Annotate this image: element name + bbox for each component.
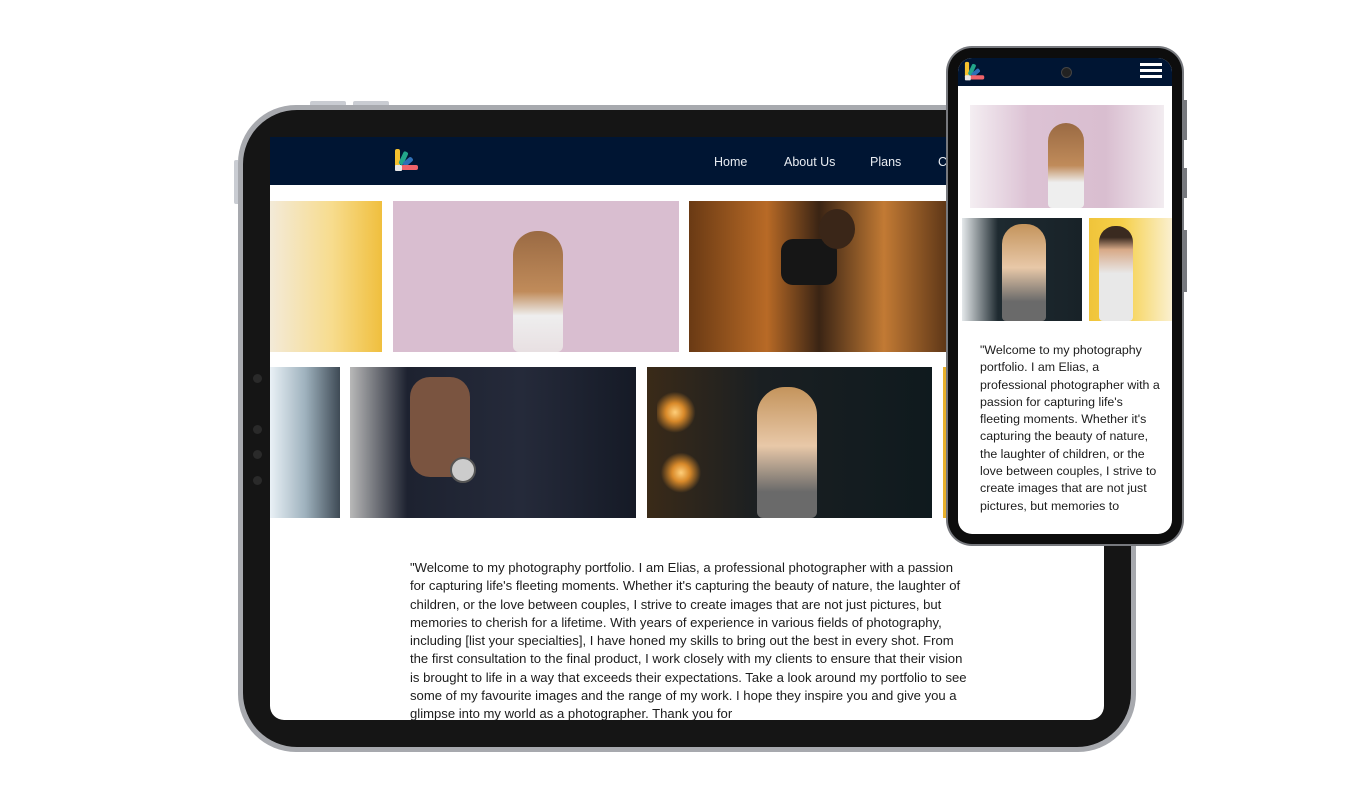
man-yellow-background-photo[interactable]	[1089, 218, 1172, 321]
portfolio-intro-text: "Welcome to my photography portfolio. I …	[980, 343, 1160, 513]
tablet-sensor	[253, 425, 262, 434]
man-suit-watch-photo[interactable]	[350, 367, 636, 518]
woman-pink-background-photo[interactable]	[970, 105, 1164, 208]
tablet-sensor	[253, 450, 262, 459]
tablet-sensor	[253, 476, 262, 485]
hamburger-menu-icon[interactable]	[1140, 63, 1162, 79]
blurred-building-photo[interactable]	[270, 367, 340, 518]
portfolio-intro-text: "Welcome to my photography portfolio. I …	[410, 560, 967, 720]
phone-navbar	[958, 58, 1172, 86]
nav-link-plans[interactable]: Plans	[870, 155, 901, 169]
palette-logo-icon[interactable]	[394, 148, 420, 173]
camera-toss-forest-photo[interactable]	[689, 201, 949, 352]
phone-side-button	[1184, 100, 1187, 140]
phone-side-button	[1184, 230, 1187, 292]
nav-link-home[interactable]: Home	[714, 155, 747, 169]
phone-screen: "Welcome to my photography portfolio. I …	[958, 58, 1172, 534]
phone-side-button	[1184, 168, 1187, 198]
tablet-sensor	[253, 374, 262, 383]
nav-link-about-us[interactable]: About Us	[784, 155, 835, 169]
phone-camera	[1061, 67, 1072, 78]
yellow-flowers-photo[interactable]	[270, 201, 382, 352]
woman-pink-background-photo[interactable]	[393, 201, 679, 352]
woman-lights-photo[interactable]	[962, 218, 1082, 321]
woman-lights-photo[interactable]	[647, 367, 932, 518]
palette-logo-icon[interactable]	[964, 61, 986, 82]
